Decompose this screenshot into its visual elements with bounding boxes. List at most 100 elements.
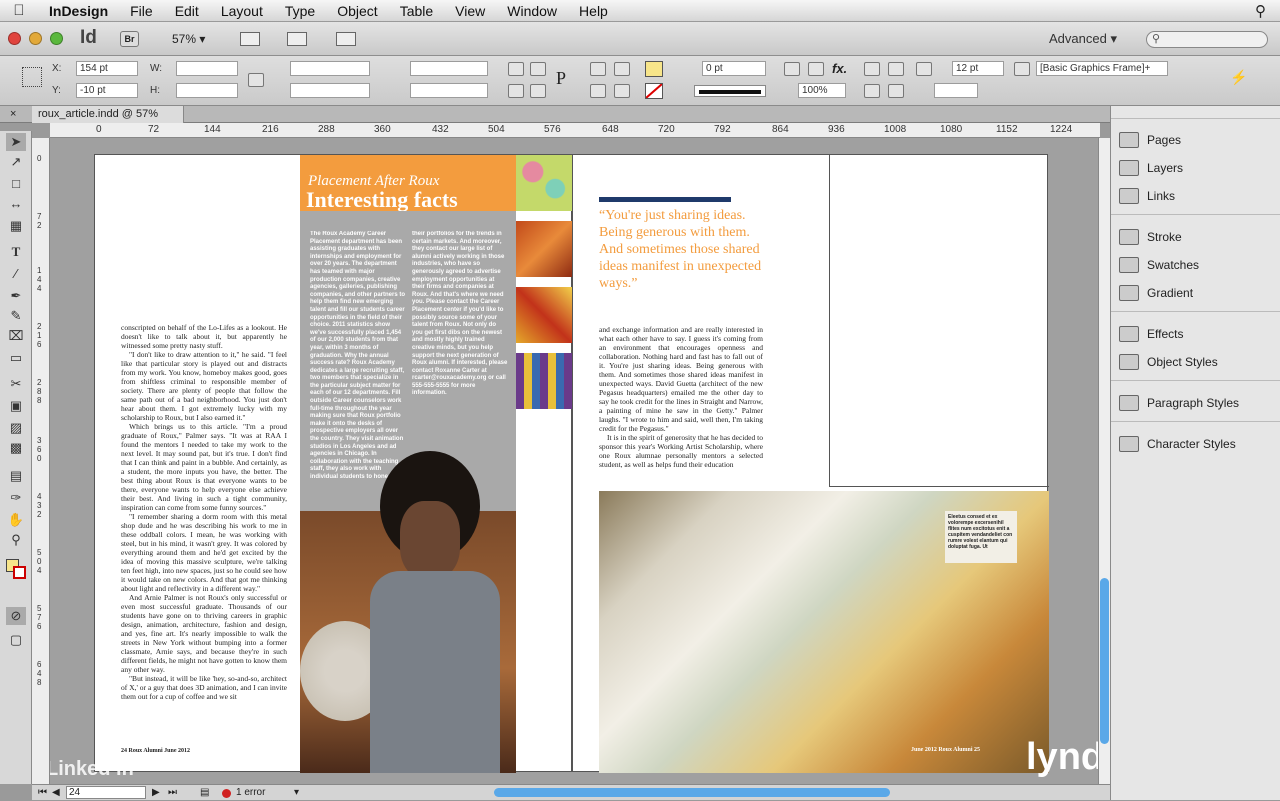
panel-links[interactable]: Links (1119, 183, 1279, 209)
pattern-thumbnail[interactable] (516, 221, 572, 277)
rotation-field[interactable] (410, 61, 488, 76)
vertical-ruler[interactable]: 0 7 2 1 4 4 2 1 6 2 8 8 3 6 0 4 3 2 5 0 … (32, 138, 50, 784)
arrange-documents-icon[interactable] (336, 32, 356, 46)
sidebar-header-box[interactable]: Placement After Roux Interesting facts (300, 155, 516, 212)
preflight-icon[interactable]: ▤ (200, 785, 209, 801)
effects-icon[interactable] (808, 62, 824, 76)
zoom-tool-icon[interactable]: ⚲ (6, 531, 26, 549)
select-container-icon[interactable] (590, 62, 606, 76)
panel-pages[interactable]: Pages (1119, 127, 1279, 153)
justify-icon[interactable] (888, 84, 904, 98)
stroke-swatch[interactable] (645, 83, 663, 99)
hand-tool-icon[interactable]: ✋ (6, 511, 26, 529)
menu-edit[interactable]: Edit (164, 0, 210, 22)
corner-shape-select[interactable] (934, 83, 978, 98)
preflight-status[interactable]: 1 error (236, 785, 265, 801)
object-style-icon[interactable] (1014, 62, 1030, 76)
align-top-icon[interactable] (864, 62, 880, 76)
screen-mode-tool-icon[interactable]: ▢ (6, 631, 26, 649)
rotate-cw-icon[interactable] (508, 62, 524, 76)
apple-icon[interactable]:  (0, 2, 38, 19)
pattern-thumbnail[interactable] (516, 155, 572, 211)
panel-stroke[interactable]: Stroke (1119, 224, 1279, 250)
gradient-swatch-tool-icon[interactable]: ▨ (6, 419, 26, 437)
painting-image[interactable]: Eleetus consed et ex volorempe excerseni… (599, 491, 1049, 773)
paragraph-direction-icon[interactable]: P (556, 68, 566, 89)
panel-gradient[interactable]: Gradient (1119, 280, 1279, 306)
eyedropper-tool-icon[interactable]: ✑ (6, 489, 26, 507)
panel-grip[interactable] (1111, 311, 1280, 317)
lightning-icon[interactable]: ⚡ (1230, 69, 1247, 86)
sidebar-gray-box[interactable]: The Roux Academy Career Placement depart… (300, 211, 516, 773)
right-page[interactable]: “You're just sharing ideas. Being genero… (572, 154, 1049, 773)
stroke-weight-field[interactable]: 0 pt (702, 61, 766, 76)
align-center-icon[interactable] (888, 62, 904, 76)
left-body-text-frame[interactable]: conscripted on behalf of the Lo-Lifes as… (121, 323, 287, 743)
vertical-scroll-thumb[interactable] (1100, 578, 1109, 744)
vertical-scrollbar[interactable] (1098, 138, 1110, 784)
panel-character-styles[interactable]: Character Styles (1119, 431, 1279, 457)
pasteboard[interactable]: conscripted on behalf of the Lo-Lifes as… (50, 138, 1098, 784)
page-number-field[interactable]: 24 (66, 786, 146, 799)
y-position-field[interactable]: -10 pt (76, 83, 138, 98)
flip-horizontal-icon[interactable] (508, 84, 524, 98)
gap-tool-icon[interactable]: ↔ (6, 195, 26, 213)
panel-swatches[interactable]: Swatches (1119, 252, 1279, 278)
view-options-icon[interactable] (240, 32, 260, 46)
line-tool-icon[interactable]: ∕ (6, 265, 26, 283)
spotlight-search-icon[interactable]: ⚲ (1255, 2, 1266, 20)
direct-selection-tool-icon[interactable]: ↗ (6, 153, 26, 171)
first-page-icon[interactable]: ⏮ (38, 785, 47, 801)
stroke-color-icon[interactable] (13, 566, 26, 579)
width-field[interactable] (176, 61, 238, 76)
horizontal-scroll-thumb[interactable] (494, 788, 890, 797)
object-style-select[interactable]: [Basic Graphics Frame]+ (1036, 61, 1168, 76)
horizontal-ruler[interactable]: 0 72 144 216 288 360 432 504 576 648 720… (50, 123, 1100, 138)
menu-object[interactable]: Object (326, 0, 388, 22)
help-search-input[interactable]: ⚲ (1146, 31, 1268, 48)
zoom-level-select[interactable]: 57% ▾ (172, 32, 205, 46)
panel-grip[interactable] (1111, 214, 1280, 220)
menu-type[interactable]: Type (274, 0, 326, 22)
rectangle-tool-icon[interactable]: ▭ (6, 349, 26, 367)
panel-layers[interactable]: Layers (1119, 155, 1279, 181)
empty-frame[interactable] (829, 155, 1049, 487)
left-page[interactable]: conscripted on behalf of the Lo-Lifes as… (94, 154, 572, 773)
x-position-field[interactable]: 154 pt (76, 61, 138, 76)
stroke-type-select[interactable] (694, 85, 766, 97)
panel-effects[interactable]: Effects (1119, 321, 1279, 347)
document-tab[interactable]: × roux_article.indd @ 57% (10, 106, 184, 123)
chevron-down-icon[interactable]: ▾ (294, 785, 299, 801)
text-size-field[interactable]: 12 pt (952, 61, 1004, 76)
shear-field[interactable] (410, 83, 488, 98)
rectangle-frame-tool-icon[interactable]: ⌧ (6, 327, 26, 345)
menu-window[interactable]: Window (496, 0, 568, 22)
opacity-field[interactable]: 100% (798, 83, 846, 98)
zoom-window-button[interactable] (50, 32, 63, 45)
page-tool-icon[interactable]: □ (6, 175, 26, 193)
reference-point-icon[interactable] (22, 67, 42, 87)
scale-y-field[interactable] (290, 83, 370, 98)
pattern-thumbnail[interactable] (516, 353, 572, 409)
close-window-button[interactable] (8, 32, 21, 45)
last-page-icon[interactable]: ⏭ (168, 785, 177, 801)
right-body-text-frame[interactable]: and exchange information and are really … (599, 325, 763, 477)
previous-page-icon[interactable]: ◀ (52, 785, 60, 801)
menu-app[interactable]: InDesign (38, 0, 119, 22)
free-transform-tool-icon[interactable]: ▣ (6, 397, 26, 415)
pen-tool-icon[interactable]: ✒ (6, 287, 26, 305)
minimize-window-button[interactable] (29, 32, 42, 45)
panel-grip[interactable] (1111, 380, 1280, 386)
panel-object-styles[interactable]: Object Styles (1119, 349, 1279, 375)
flip-vertical-icon[interactable] (530, 84, 546, 98)
type-tool-icon[interactable]: T (6, 243, 26, 261)
pencil-tool-icon[interactable]: ✎ (6, 307, 26, 325)
select-previous-icon[interactable] (590, 84, 606, 98)
selection-tool-icon[interactable]: ➤ (6, 133, 26, 151)
panel-paragraph-styles[interactable]: Paragraph Styles (1119, 390, 1279, 416)
bridge-button[interactable]: Br (120, 31, 139, 47)
pattern-thumbnail[interactable] (516, 287, 572, 343)
select-next-icon[interactable] (614, 84, 630, 98)
scale-x-field[interactable] (290, 61, 370, 76)
apply-none-icon[interactable]: ⊘ (6, 607, 26, 625)
